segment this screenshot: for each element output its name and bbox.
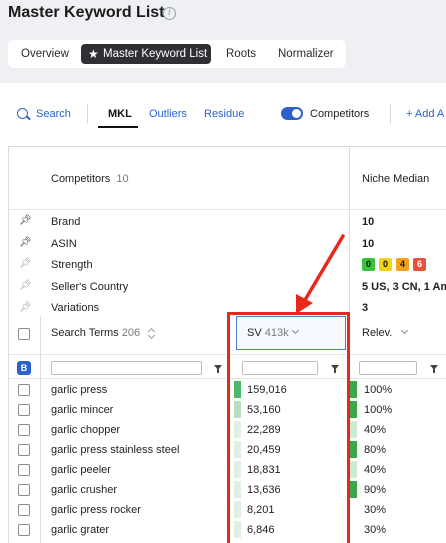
relevance-value-cell: 30% (364, 504, 387, 516)
relevance-value-cell: 40% (364, 464, 387, 476)
row-checkbox[interactable] (18, 404, 30, 416)
pin-icon[interactable]: 📌︎ (19, 215, 32, 226)
strength-badge: 6 (413, 258, 426, 271)
attribute-label: Seller's Country (51, 281, 129, 293)
info-icon[interactable]: i (163, 7, 176, 20)
search-terms-filter-input[interactable] (51, 361, 202, 375)
chevron-down-icon[interactable] (400, 326, 409, 335)
funnel-icon[interactable] (214, 365, 222, 373)
search-term-cell[interactable]: garlic press rocker (51, 504, 141, 516)
row-checkbox[interactable] (18, 384, 30, 396)
page-title: Master Keyword List (8, 4, 165, 21)
toolbar-divider (390, 104, 391, 124)
table-top-border (8, 146, 446, 147)
search-term-cell[interactable]: garlic mincer (51, 404, 113, 416)
tab-normalizer[interactable]: Normalizer (278, 44, 334, 64)
relevance-bar (350, 441, 357, 458)
relevance-value-cell: 90% (364, 484, 387, 496)
search-term-cell[interactable]: garlic crusher (51, 484, 117, 496)
select-all-checkbox[interactable] (18, 328, 30, 340)
strength-badge: 0 (379, 258, 392, 271)
relevance-filter-input[interactable] (359, 361, 417, 375)
row-checkbox[interactable] (18, 444, 30, 456)
search-term-cell[interactable]: garlic press (51, 384, 107, 396)
row-checkbox[interactable] (18, 504, 30, 516)
niche-median-header: Niche Median (362, 173, 430, 185)
relevance-bar (350, 421, 357, 438)
relevance-bar (350, 521, 357, 538)
search-term-cell[interactable]: garlic grater (51, 524, 109, 536)
pin-outline-icon[interactable]: 📌︎ (19, 302, 32, 313)
star-icon: ★ (88, 47, 99, 61)
mkl-active-indicator (98, 126, 138, 128)
relevance-value-cell: 40% (364, 424, 387, 436)
attribute-label: Brand (51, 216, 81, 228)
tab-mkl[interactable]: MKL (108, 108, 132, 120)
competitors-toggle-label: Competitors (310, 108, 370, 120)
row-checkbox[interactable] (18, 484, 30, 496)
filter-badge[interactable]: B (17, 361, 31, 375)
toolbar: Search MKL Outliers Residue Competitors … (0, 100, 446, 128)
funnel-icon[interactable] (430, 365, 438, 373)
sort-icon[interactable] (149, 328, 155, 338)
relevance-header[interactable]: Relev. (362, 327, 392, 339)
pin-outline-icon[interactable]: 📌︎ (19, 280, 32, 291)
pin-icon[interactable]: 📌︎ (19, 237, 32, 248)
row-checkbox[interactable] (18, 464, 30, 476)
highlight-box (227, 312, 350, 543)
relevance-value-cell: 100% (364, 404, 393, 416)
tab-roots[interactable]: Roots (226, 44, 256, 64)
relevance-bar (350, 401, 357, 418)
relevance-bar (350, 381, 357, 398)
brand-median-value: 10 (362, 216, 375, 228)
attribute-label: ASIN (51, 238, 77, 250)
attribute-label: Strength (51, 259, 93, 271)
competitors-header: Competitors 10 (51, 173, 129, 185)
sellers-country-value: 5 US, 3 CN, 1 Am (362, 281, 446, 293)
asin-median-value: 10 (362, 238, 375, 250)
competitors-toggle[interactable] (281, 107, 303, 120)
search-term-cell[interactable]: garlic peeler (51, 464, 111, 476)
tab-bar: Overview ★ Master Keyword List Roots Nor… (8, 40, 346, 68)
relevance-bar (350, 481, 357, 498)
search-button[interactable]: Search (36, 108, 71, 120)
search-terms-header[interactable]: Search Terms 206 (51, 327, 140, 339)
strength-badge: 0 (362, 258, 375, 271)
relevance-bar (350, 501, 357, 518)
strength-badge: 4 (396, 258, 409, 271)
tab-master-keyword-list[interactable]: ★ Master Keyword List (81, 44, 211, 64)
variations-value: 3 (362, 302, 369, 314)
tab-outliers[interactable]: Outliers (149, 108, 187, 120)
row-checkbox[interactable] (18, 524, 30, 536)
column-divider (40, 316, 41, 543)
row-checkbox[interactable] (18, 424, 30, 436)
tab-master-keyword-list-label: Master Keyword List (103, 48, 208, 60)
table-left-border (8, 146, 9, 543)
attribute-label: Variations (51, 302, 100, 314)
relevance-value-cell: 80% (364, 444, 387, 456)
search-term-cell[interactable]: garlic press stainless steel (51, 444, 179, 456)
relevance-value-cell: 30% (364, 524, 387, 536)
tab-residue[interactable]: Residue (204, 108, 244, 120)
toolbar-divider (87, 104, 88, 124)
relevance-bar (350, 461, 357, 478)
pin-outline-icon[interactable]: 📌︎ (19, 258, 32, 269)
search-term-cell[interactable]: garlic chopper (51, 424, 120, 436)
page: Master Keyword List i Overview ★ Master … (0, 0, 446, 543)
tab-overview[interactable]: Overview (21, 44, 69, 64)
row-divider (8, 209, 446, 210)
relevance-value-cell: 100% (364, 384, 393, 396)
add-button[interactable]: + Add A (406, 108, 444, 120)
